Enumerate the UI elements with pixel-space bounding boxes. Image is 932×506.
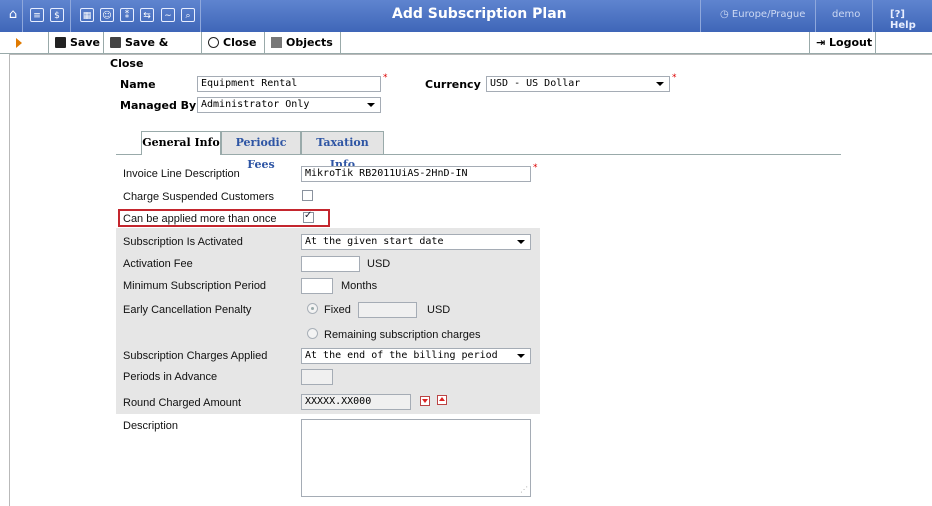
required-mark: * (672, 73, 677, 83)
tab-periodic-fees[interactable]: Periodic Fees (221, 131, 301, 171)
clock-icon: ◷ (720, 9, 732, 20)
search-icon[interactable]: ⌕ (181, 8, 195, 22)
periods-advance-input[interactable] (301, 369, 333, 385)
fixed-label: Fixed (324, 304, 351, 316)
config-icon[interactable]: ⁑ (120, 8, 134, 22)
charges-applied-select[interactable]: At the end of the billing period (301, 348, 531, 364)
invoice-line-label: Invoice Line Description (123, 168, 240, 180)
round-amount-input[interactable]: XXXXX.XX000 (301, 394, 411, 410)
min-period-unit: Months (341, 280, 378, 292)
invoice-line-input[interactable]: MikroTik RB2011UiAS-2HnD-IN (301, 166, 531, 182)
logout-button[interactable]: ⇥ Logout (809, 32, 876, 53)
objects-icon (271, 37, 282, 48)
charge-suspended-label: Charge Suspended Customers (123, 191, 275, 203)
charge-suspended-checkbox[interactable] (302, 190, 313, 201)
chevron-down-icon (367, 103, 375, 107)
chevron-down-icon (517, 240, 525, 244)
home-icon[interactable]: ⌂ (6, 8, 20, 22)
tab-taxation-info[interactable]: Taxation Info (301, 131, 384, 171)
min-period-label: Minimum Subscription Period (123, 280, 267, 292)
managed-by-label: Managed By (120, 99, 197, 112)
save-icon (55, 37, 66, 48)
round-amount-label: Round Charged Amount (123, 397, 242, 409)
decrease-precision-icon[interactable] (420, 396, 430, 406)
required-mark: * (383, 73, 388, 83)
list-icon[interactable]: ≡ (30, 8, 44, 22)
save-close-icon (110, 37, 121, 48)
divider (815, 0, 816, 32)
charges-applied-label: Subscription Charges Applied (123, 350, 268, 362)
chart-icon[interactable]: ∼ (161, 8, 175, 22)
min-period-input[interactable] (301, 278, 333, 294)
arrow-icon (16, 38, 22, 48)
divider (700, 0, 701, 32)
increase-precision-icon[interactable] (437, 395, 447, 405)
fixed-input[interactable] (358, 302, 417, 318)
objects-button[interactable]: Objects (265, 32, 341, 53)
toolbar: Save Save & Close Close Objects ⇥ Logout (0, 32, 932, 70)
divider (872, 0, 873, 32)
periods-advance-label: Periods in Advance (123, 371, 218, 383)
name-input[interactable]: Equipment Rental (197, 76, 381, 92)
managed-by-select[interactable]: Administrator Only (197, 97, 381, 113)
transfer-icon[interactable]: ⇆ (140, 8, 154, 22)
logout-icon: ⇥ (816, 36, 830, 49)
help-icon: [?] (890, 9, 905, 20)
description-textarea[interactable]: ⋰ (301, 419, 531, 497)
resize-handle-icon[interactable]: ⋰ (520, 485, 528, 494)
currency-select[interactable]: USD - US Dollar (486, 76, 670, 92)
save-close-button[interactable]: Save & Close (104, 32, 202, 70)
description-label: Description (123, 420, 179, 432)
fixed-radio[interactable] (307, 303, 318, 314)
chevron-down-icon (517, 354, 525, 358)
page-title: Add Subscription Plan (392, 6, 567, 22)
remaining-label: Remaining subscription charges (324, 329, 481, 341)
close-icon (208, 37, 219, 48)
tab-general-info[interactable]: General Info (141, 131, 221, 155)
dollar-icon[interactable]: $ (50, 8, 64, 22)
chevron-down-icon (656, 82, 664, 86)
activation-fee-label: Activation Fee (123, 258, 193, 270)
currency-label: Currency (425, 78, 481, 91)
divider (22, 0, 23, 32)
required-mark: * (533, 163, 538, 173)
remaining-radio[interactable] (307, 328, 318, 339)
save-button[interactable]: Save (48, 32, 104, 53)
help-link[interactable]: [?] Help (890, 9, 932, 31)
activation-fee-unit: USD (367, 258, 391, 270)
user-icon[interactable]: ☺ (100, 8, 114, 22)
applied-more-checkbox[interactable] (303, 210, 314, 223)
tab-baseline (221, 154, 841, 155)
activated-select[interactable]: At the given start date (301, 234, 531, 250)
top-bar: ⌂ ≡ $ ▦ ☺ ⁑ ⇆ ∼ ⌕ Add Subscription Plan … (0, 0, 932, 32)
divider (200, 0, 201, 32)
early-cancel-label: Early Cancellation Penalty (123, 304, 252, 316)
user-name[interactable]: demo (832, 9, 860, 20)
close-button[interactable]: Close (202, 32, 265, 53)
applied-more-label: Can be applied more than once (123, 213, 277, 225)
timezone-link[interactable]: ◷ Europe/Prague (720, 9, 805, 20)
name-label: Name (120, 78, 156, 91)
grid-icon[interactable]: ▦ (80, 8, 94, 22)
divider (70, 0, 71, 32)
fixed-unit: USD (427, 304, 451, 316)
activation-fee-input[interactable] (301, 256, 360, 272)
activated-label: Subscription Is Activated (123, 236, 243, 248)
tab-baseline (116, 154, 141, 155)
